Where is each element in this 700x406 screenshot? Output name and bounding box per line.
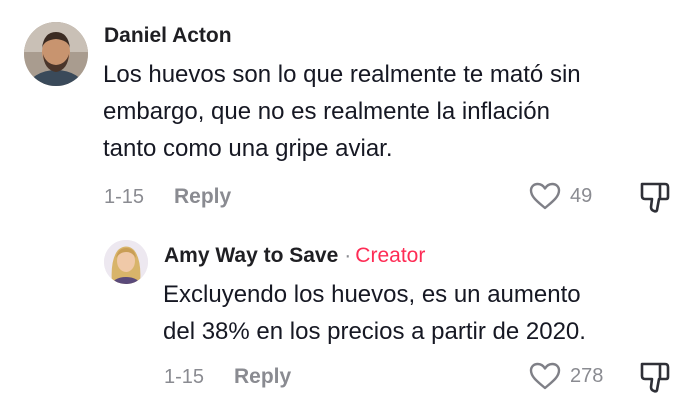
avatar-woman-icon (104, 240, 148, 284)
avatar[interactable] (24, 22, 88, 86)
heart-outline-icon (529, 182, 561, 210)
comment-amy-way-to-save: Amy Way to Save · Creator Excluyendo los h… (0, 220, 700, 406)
thumbs-down-icon (640, 182, 670, 213)
username[interactable]: Daniel Acton (104, 24, 232, 48)
username[interactable]: Amy Way to Save · Creator (164, 244, 425, 268)
dislike-button[interactable] (638, 180, 672, 219)
like-count: 49 (570, 184, 593, 207)
heart-outline-icon (529, 362, 561, 390)
like-button[interactable]: 278 (528, 361, 603, 391)
username-text[interactable]: Amy Way to Save (164, 244, 338, 267)
comment-date: 1-15 (164, 366, 205, 388)
comment-date: 1-15 (104, 186, 145, 208)
thumbs-down-icon (640, 362, 670, 393)
reply-button[interactable]: Reply (234, 365, 291, 389)
comment-daniel-acton: Daniel Acton Los huevos son lo que realm… (0, 0, 700, 220)
comment-text: Los huevos son lo que realmente te mató … (103, 61, 581, 162)
comment-text: Excluyendo los huevos, es un aumento del… (163, 281, 586, 345)
reply-button[interactable]: Reply (174, 185, 231, 209)
creator-badge: Creator (355, 244, 426, 267)
creator-separator: · (344, 244, 352, 267)
like-count: 278 (570, 364, 604, 387)
avatar-man-icon (24, 22, 88, 86)
avatar[interactable] (104, 240, 148, 284)
dislike-button[interactable] (638, 360, 672, 399)
like-button[interactable]: 49 (528, 181, 592, 211)
